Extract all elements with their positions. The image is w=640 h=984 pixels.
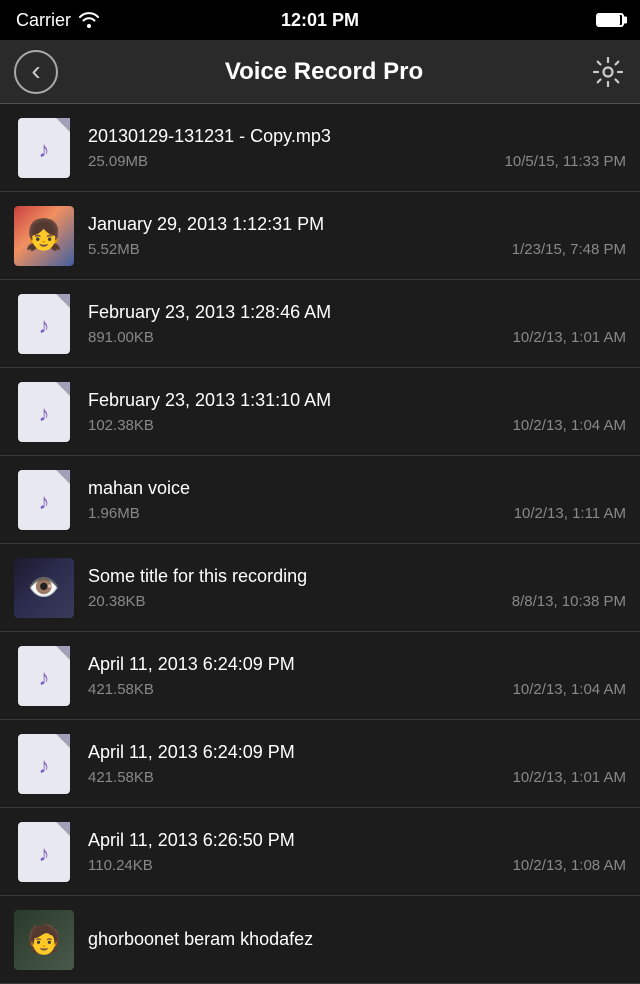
photo-thumbnail — [14, 558, 74, 618]
music-note-icon: ♪ — [39, 665, 50, 691]
item-content: ghorboonet beram khodafez — [88, 928, 626, 951]
file-icon: ♪ — [18, 822, 70, 882]
photo-thumbnail — [14, 910, 74, 970]
item-title: ghorboonet beram khodafez — [88, 928, 626, 951]
item-title: February 23, 2013 1:28:46 AM — [88, 301, 626, 324]
list-item[interactable]: ♪ 20130129-131231 - Copy.mp3 25.09MB 10/… — [0, 104, 640, 192]
battery-fill — [598, 15, 620, 25]
item-meta: 421.58KB 10/2/13, 1:04 AM — [88, 681, 626, 698]
item-meta: 891.00KB 10/2/13, 1:01 AM — [88, 329, 626, 346]
item-title: mahan voice — [88, 477, 626, 500]
music-note-icon: ♪ — [39, 841, 50, 867]
file-icon: ♪ — [18, 382, 70, 442]
item-size: 5.52MB — [88, 241, 140, 258]
item-icon-wrapper: ♪ — [14, 382, 74, 442]
music-note-icon: ♪ — [39, 313, 50, 339]
item-icon-wrapper — [14, 558, 74, 618]
item-date: 1/23/15, 7:48 PM — [512, 241, 626, 258]
item-title: Some title for this recording — [88, 565, 626, 588]
item-meta: 25.09MB 10/5/15, 11:33 PM — [88, 153, 626, 170]
list-item[interactable]: Some title for this recording 20.38KB 8/… — [0, 544, 640, 632]
item-meta: 1.96MB 10/2/13, 1:11 AM — [88, 505, 626, 522]
item-content: April 11, 2013 6:24:09 PM 421.58KB 10/2/… — [88, 653, 626, 697]
item-size: 20.38KB — [88, 593, 146, 610]
item-icon-wrapper: ♪ — [14, 734, 74, 794]
list-item[interactable]: ♪ February 23, 2013 1:31:10 AM 102.38KB … — [0, 368, 640, 456]
item-date: 10/2/13, 1:01 AM — [513, 329, 626, 346]
page-title: Voice Record Pro — [225, 58, 423, 86]
item-icon-wrapper: ♪ — [14, 822, 74, 882]
item-title: April 11, 2013 6:24:09 PM — [88, 741, 626, 764]
battery-icon — [596, 13, 624, 27]
file-icon: ♪ — [18, 734, 70, 794]
list-item[interactable]: ♪ April 11, 2013 6:26:50 PM 110.24KB 10/… — [0, 808, 640, 896]
item-date: 10/2/13, 1:11 AM — [514, 505, 626, 522]
list-item[interactable]: January 29, 2013 1:12:31 PM 5.52MB 1/23/… — [0, 192, 640, 280]
item-content: February 23, 2013 1:28:46 AM 891.00KB 10… — [88, 301, 626, 345]
item-date: 10/2/13, 1:04 AM — [513, 681, 626, 698]
item-date: 8/8/13, 10:38 PM — [512, 593, 626, 610]
carrier-label: Carrier — [16, 10, 71, 31]
list-item[interactable]: ♪ February 23, 2013 1:28:46 AM 891.00KB … — [0, 280, 640, 368]
nav-bar: Voice Record Pro — [0, 40, 640, 104]
photo-thumbnail — [14, 206, 74, 266]
item-icon-wrapper: ♪ — [14, 118, 74, 178]
file-icon: ♪ — [18, 294, 70, 354]
item-date: 10/2/13, 1:04 AM — [513, 417, 626, 434]
item-size: 102.38KB — [88, 417, 154, 434]
music-note-icon: ♪ — [39, 401, 50, 427]
item-content: April 11, 2013 6:24:09 PM 421.58KB 10/2/… — [88, 741, 626, 785]
wifi-icon — [79, 12, 99, 28]
item-meta: 20.38KB 8/8/13, 10:38 PM — [88, 593, 626, 610]
item-meta: 421.58KB 10/2/13, 1:01 AM — [88, 769, 626, 786]
status-carrier-wifi: Carrier — [16, 10, 99, 31]
status-bar: Carrier 12:01 PM — [0, 0, 640, 40]
music-note-icon: ♪ — [39, 489, 50, 515]
item-title: February 23, 2013 1:31:10 AM — [88, 389, 626, 412]
item-size: 110.24KB — [88, 857, 153, 874]
item-content: April 11, 2013 6:26:50 PM 110.24KB 10/2/… — [88, 829, 626, 873]
item-icon-wrapper — [14, 910, 74, 970]
list-item[interactable]: ♪ April 11, 2013 6:24:09 PM 421.58KB 10/… — [0, 720, 640, 808]
list-item[interactable]: ♪ mahan voice 1.96MB 10/2/13, 1:11 AM — [0, 456, 640, 544]
item-content: January 29, 2013 1:12:31 PM 5.52MB 1/23/… — [88, 213, 626, 257]
item-icon-wrapper — [14, 206, 74, 266]
item-content: mahan voice 1.96MB 10/2/13, 1:11 AM — [88, 477, 626, 521]
status-time: 12:01 PM — [281, 10, 359, 31]
item-icon-wrapper: ♪ — [14, 646, 74, 706]
back-button[interactable] — [14, 50, 58, 94]
item-content: 20130129-131231 - Copy.mp3 25.09MB 10/5/… — [88, 125, 626, 169]
item-icon-wrapper: ♪ — [14, 470, 74, 530]
file-icon: ♪ — [18, 470, 70, 530]
item-content: Some title for this recording 20.38KB 8/… — [88, 565, 626, 609]
item-size: 1.96MB — [88, 505, 140, 522]
item-title: 20130129-131231 - Copy.mp3 — [88, 125, 626, 148]
file-icon: ♪ — [18, 118, 70, 178]
item-meta: 5.52MB 1/23/15, 7:48 PM — [88, 241, 626, 258]
item-date: 10/2/13, 1:08 AM — [513, 857, 626, 874]
item-date: 10/2/13, 1:01 AM — [513, 769, 626, 786]
list-item[interactable]: ♪ April 11, 2013 6:24:09 PM 421.58KB 10/… — [0, 632, 640, 720]
settings-button[interactable] — [590, 54, 626, 90]
item-title: April 11, 2013 6:26:50 PM — [88, 829, 626, 852]
music-note-icon: ♪ — [39, 753, 50, 779]
item-size: 421.58KB — [88, 681, 154, 698]
item-content: February 23, 2013 1:31:10 AM 102.38KB 10… — [88, 389, 626, 433]
list-item[interactable]: ghorboonet beram khodafez — [0, 896, 640, 984]
item-icon-wrapper: ♪ — [14, 294, 74, 354]
music-note-icon: ♪ — [39, 137, 50, 163]
item-date: 10/5/15, 11:33 PM — [505, 153, 626, 170]
item-size: 891.00KB — [88, 329, 154, 346]
file-icon: ♪ — [18, 646, 70, 706]
item-size: 25.09MB — [88, 153, 148, 170]
item-title: April 11, 2013 6:24:09 PM — [88, 653, 626, 676]
item-size: 421.58KB — [88, 769, 154, 786]
status-battery-area — [596, 13, 624, 27]
recordings-list: ♪ 20130129-131231 - Copy.mp3 25.09MB 10/… — [0, 104, 640, 984]
item-meta: 110.24KB 10/2/13, 1:08 AM — [88, 857, 626, 874]
item-meta: 102.38KB 10/2/13, 1:04 AM — [88, 417, 626, 434]
item-title: January 29, 2013 1:12:31 PM — [88, 213, 626, 236]
